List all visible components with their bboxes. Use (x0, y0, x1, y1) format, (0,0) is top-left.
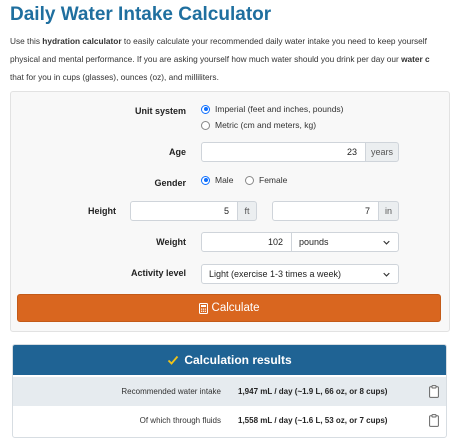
results-header: Calculation results (13, 345, 446, 375)
unit-imperial-option[interactable]: Imperial (feet and inches, pounds) (201, 104, 344, 114)
result-label: Of which through fluids (139, 416, 221, 425)
gender-male-option[interactable]: Male (201, 175, 233, 185)
calculate-button[interactable]: Calculate (17, 294, 441, 322)
unit-system-label: Unit system (134, 106, 186, 116)
intro-text: Use this hydration calculator to easily … (10, 36, 430, 82)
unit-metric-radio[interactable] (201, 120, 210, 130)
weight-input[interactable]: 102 (201, 232, 292, 252)
activity-level-select[interactable]: Light (exercise 1-3 times a week) (201, 264, 399, 284)
gender-male-radio[interactable] (201, 175, 210, 185)
gender-female-radio[interactable] (245, 175, 254, 185)
activity-level-label: Activity level (130, 268, 186, 278)
age-unit-addon: years (365, 142, 399, 162)
height-inches-addon: in (378, 201, 399, 221)
gender-male-label: Male (215, 175, 234, 185)
page-title: Daily Water Intake Calculator (10, 4, 272, 25)
gender-female-label: Female (259, 175, 288, 185)
result-value: 1,558 mL / day (~1.6 L, 53 oz, or 7 cups… (238, 416, 388, 425)
height-inches-input[interactable]: 7 (272, 201, 379, 221)
result-label: Recommended water intake (121, 387, 221, 396)
activity-level-value: Light (exercise 1-3 times a week) (209, 269, 342, 279)
hydration-calculator-link: hydration calculator (42, 36, 122, 46)
result-row: Recommended water intake 1,947 mL / day … (13, 377, 446, 406)
clipboard-icon[interactable] (429, 385, 439, 398)
height-feet-addon: ft (237, 201, 257, 221)
weight-unit-select[interactable]: pounds (291, 232, 399, 252)
check-icon (168, 355, 179, 365)
height-feet-input[interactable]: 5 (130, 201, 238, 221)
age-input[interactable]: 23 (201, 142, 366, 162)
weight-label: Weight (156, 237, 186, 247)
results-title: Calculation results (184, 353, 292, 367)
gender-label: Gender (154, 178, 186, 188)
result-row: Of which through fluids 1,558 mL / day (… (13, 406, 446, 435)
results-panel: Calculation results Recommended water in… (12, 344, 447, 438)
height-label: Height (88, 206, 116, 216)
unit-imperial-label: Imperial (feet and inches, pounds) (215, 104, 344, 114)
chevron-down-icon (383, 240, 390, 245)
chevron-down-icon (383, 272, 390, 277)
result-value: 1,947 mL / day (~1.9 L, 66 oz, or 8 cups… (238, 387, 388, 396)
age-label: Age (168, 147, 186, 157)
unit-metric-label: Metric (cm and meters, kg) (215, 120, 317, 130)
unit-metric-option[interactable]: Metric (cm and meters, kg) (201, 120, 316, 130)
gender-female-option[interactable]: Female (245, 175, 287, 185)
unit-imperial-radio[interactable] (201, 104, 210, 114)
clipboard-icon[interactable] (429, 414, 439, 427)
calculator-icon (198, 302, 208, 314)
weight-unit-value: pounds (299, 237, 329, 247)
calculate-button-label: Calculate (211, 302, 260, 314)
water-calculator-link: water c (401, 54, 430, 64)
